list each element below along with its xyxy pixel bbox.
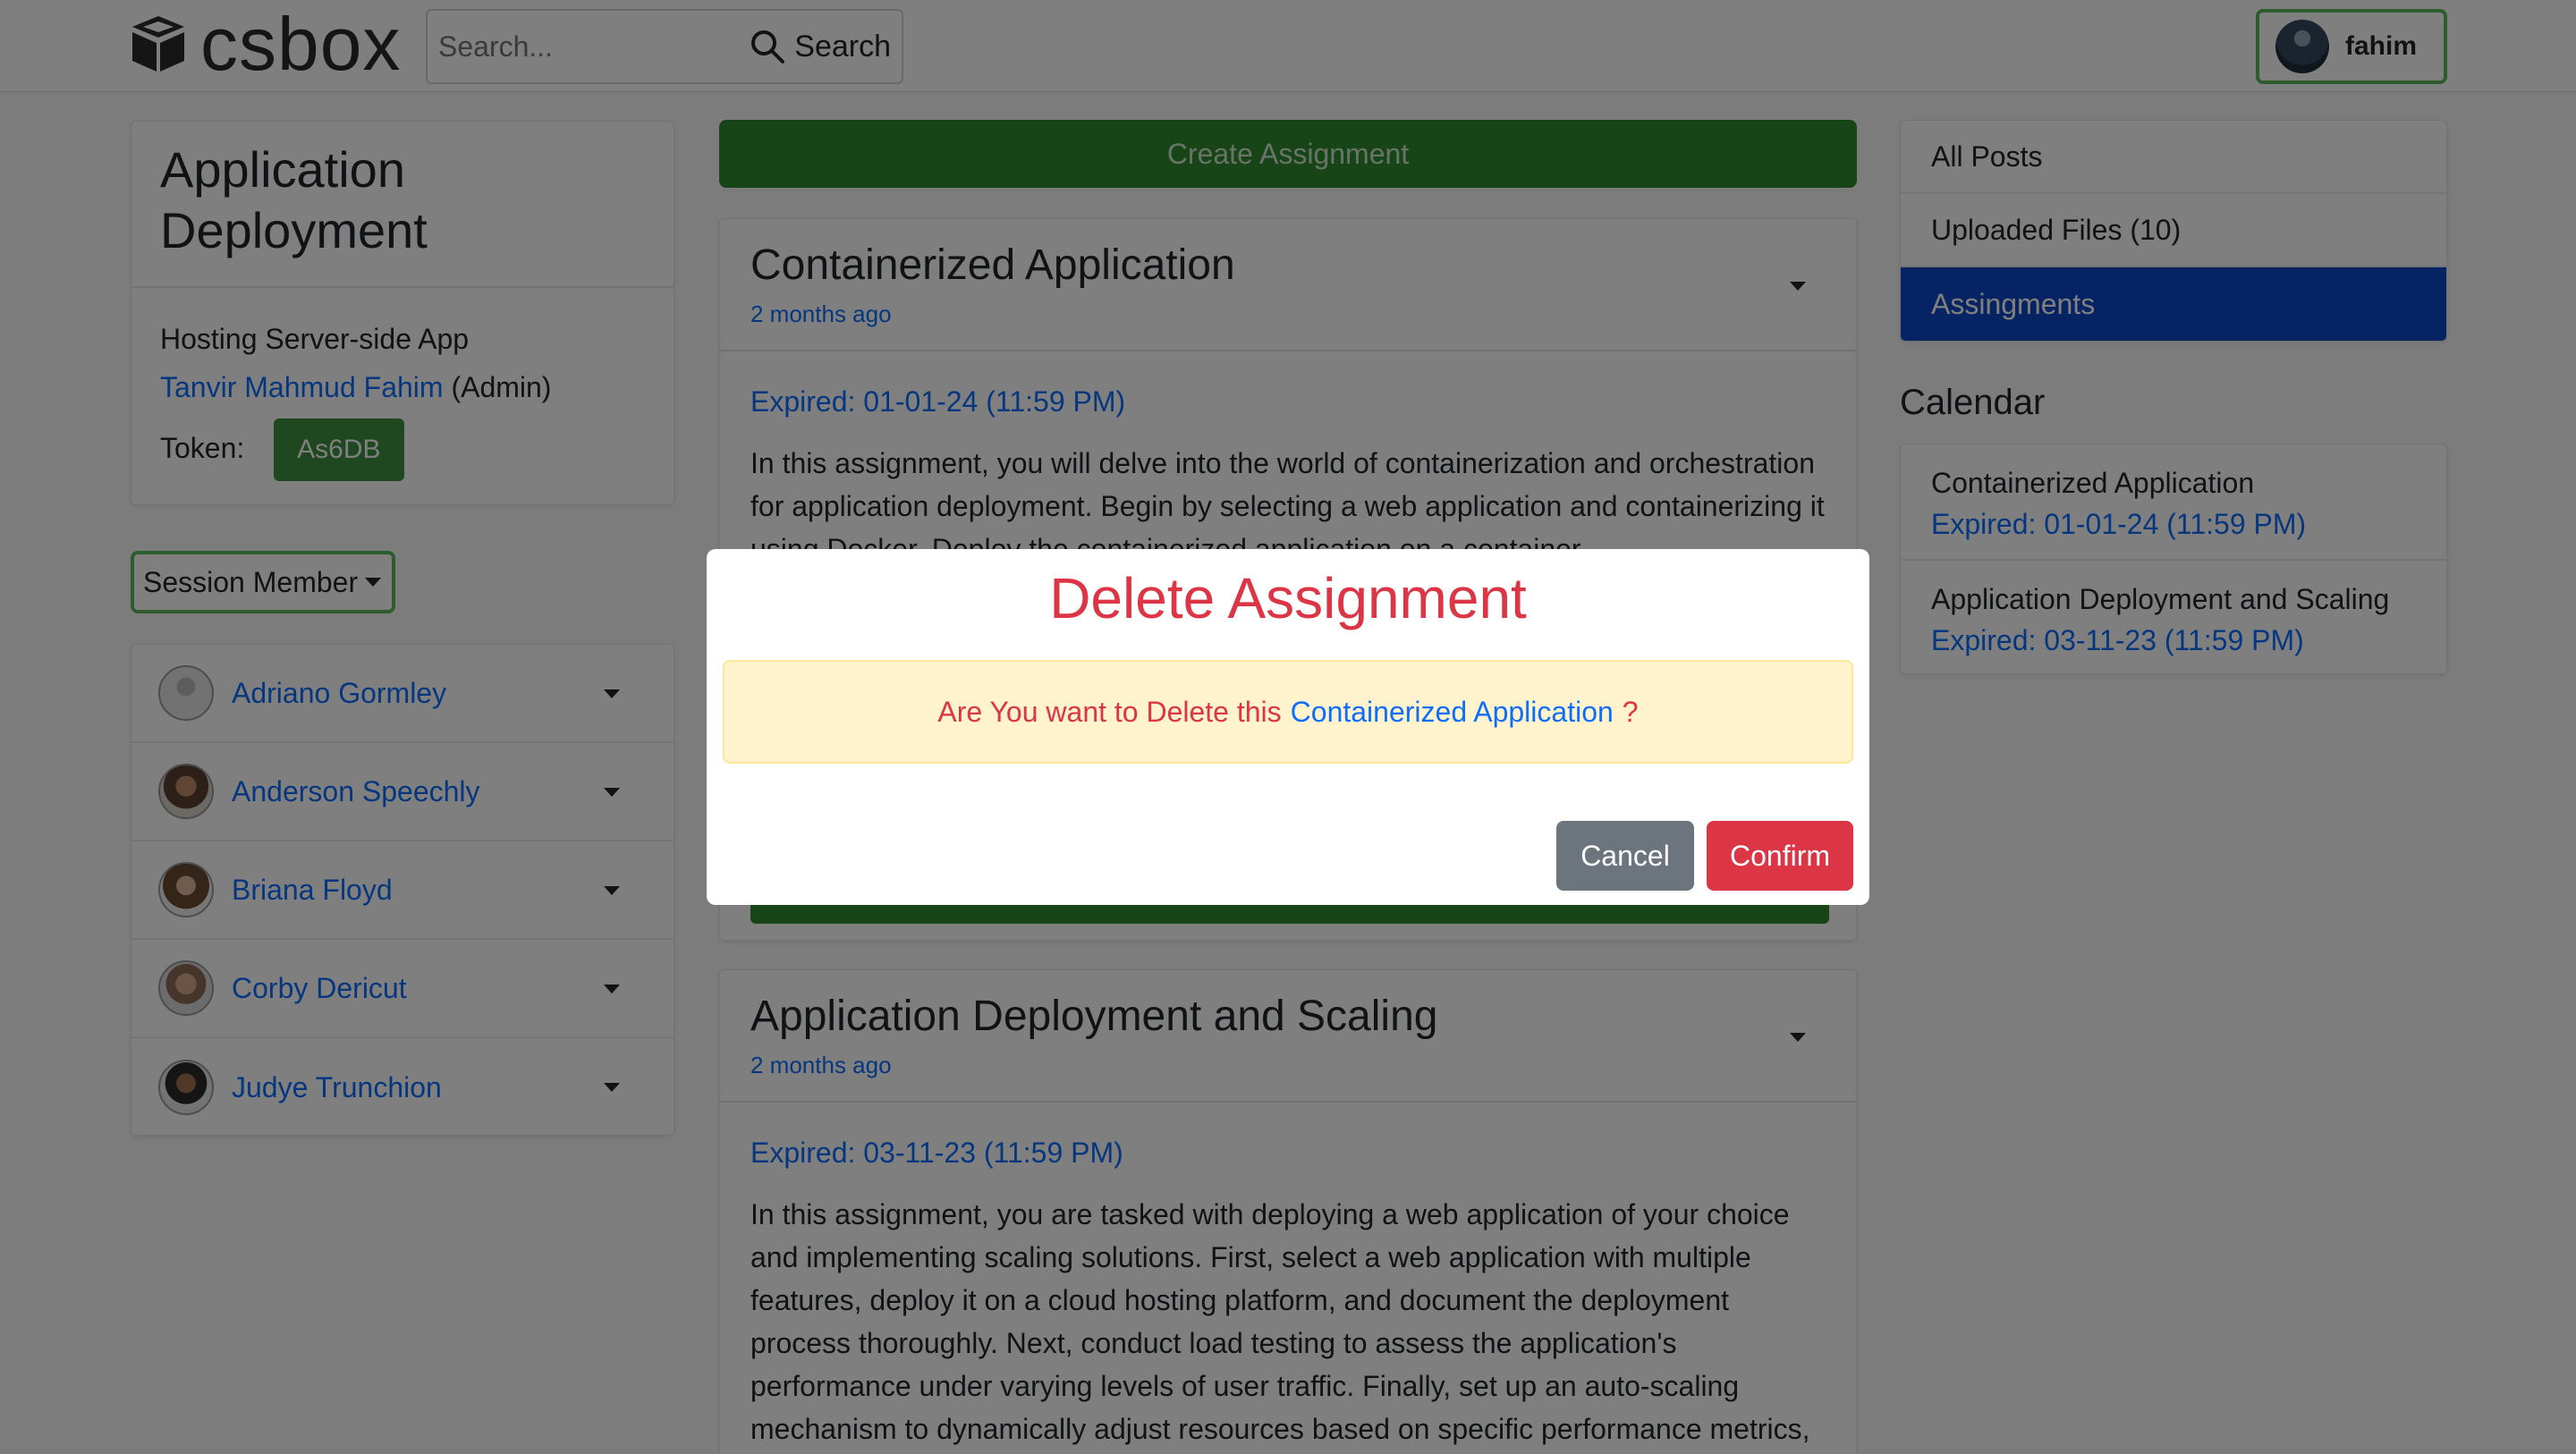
delete-assignment-modal: Delete Assignment Are You want to Delete… [707,549,1869,905]
cancel-button[interactable]: Cancel [1556,821,1694,891]
confirm-button[interactable]: Confirm [1707,821,1853,891]
modal-title: Delete Assignment [1049,566,1527,630]
alert-target-name: Containerized Application [1290,695,1614,728]
alert-message-suffix: ? [1622,695,1639,728]
delete-confirmation-alert: Are You want to Delete this Containerize… [723,660,1853,764]
alert-message-prefix: Are You want to Delete this [937,695,1282,728]
